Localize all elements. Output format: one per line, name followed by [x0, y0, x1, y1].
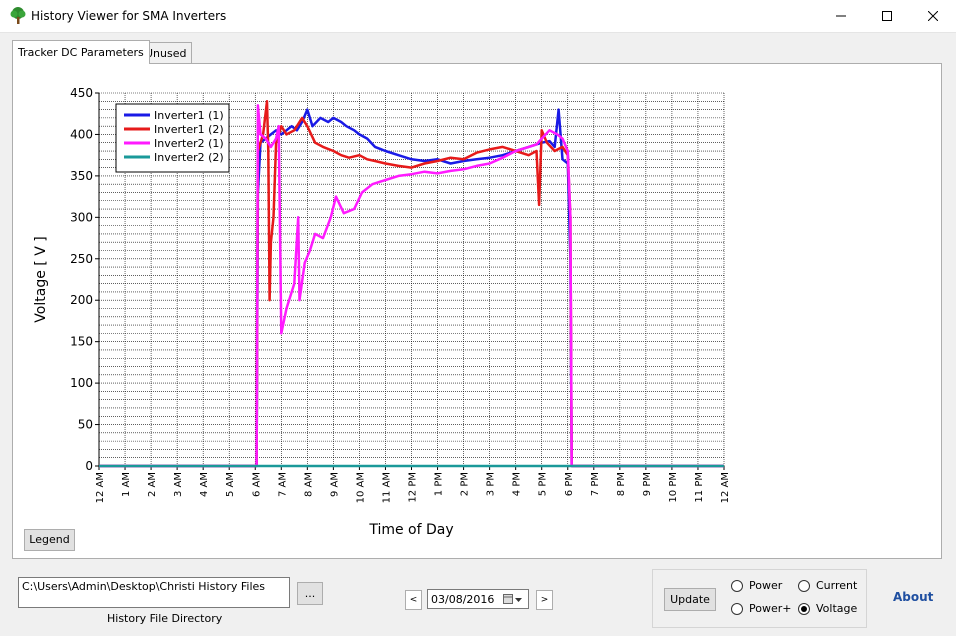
radio-power-plus-label: Power+: [749, 602, 792, 615]
x-tick-label: 10 AM: [355, 472, 366, 503]
window-title: History Viewer for SMA Inverters: [31, 9, 227, 23]
history-directory-label: History File Directory: [107, 612, 223, 625]
legend-entry: Inverter1 (1): [154, 109, 224, 122]
chart-panel: 0 50 100 150 200 250 300 350 400 450 12 AM 1 AM 2 AM…: [12, 63, 942, 559]
x-tick-label: 5 PM: [538, 472, 549, 496]
y-tick-label: 0: [85, 459, 93, 473]
radio-power[interactable]: Power: [731, 579, 782, 592]
x-tick-label: 8 PM: [616, 472, 627, 496]
x-tick-label: 4 AM: [199, 472, 210, 497]
radio-power-circle: [731, 579, 743, 592]
close-button[interactable]: [910, 0, 956, 32]
minimize-icon: [836, 15, 846, 17]
x-tick-label: 9 AM: [329, 472, 340, 497]
update-button[interactable]: Update: [664, 588, 716, 611]
browse-button[interactable]: ...: [297, 582, 323, 605]
x-tick-label: 2 PM: [460, 472, 471, 496]
radio-current-circle: [798, 579, 810, 592]
close-icon: [928, 11, 938, 21]
y-axis-label: Voltage [ V ]: [33, 236, 49, 322]
history-directory-input[interactable]: C:\Users\Admin\Desktop\Christi History F…: [18, 577, 290, 608]
x-tick-label: 12 AM: [95, 472, 106, 503]
x-tick-label: 2 AM: [147, 472, 158, 497]
x-tick-label: 1 AM: [121, 472, 132, 497]
maximize-icon: [882, 11, 892, 21]
radio-power-label: Power: [749, 579, 783, 592]
y-tick-label: 450: [70, 86, 93, 100]
x-axis-label: Time of Day: [368, 522, 453, 538]
x-tick-label: 6 PM: [564, 472, 575, 496]
prev-date-button[interactable]: <: [405, 590, 422, 610]
x-tick-label: 12 AM: [720, 472, 731, 503]
minimize-button[interactable]: [818, 0, 864, 32]
y-tick-label: 350: [70, 169, 93, 183]
x-tick-label: 3 PM: [486, 472, 497, 496]
x-tick-label: 4 PM: [512, 472, 523, 496]
x-tick-label: 5 AM: [225, 472, 236, 497]
maximize-button[interactable]: [864, 0, 910, 32]
radio-voltage-label: Voltage: [816, 602, 858, 615]
title-bar: History Viewer for SMA Inverters: [0, 0, 956, 33]
y-tick-label: 250: [70, 252, 93, 266]
legend-entry: Inverter2 (1): [154, 137, 224, 150]
radio-voltage-circle: [798, 602, 810, 615]
y-tick-label: 150: [70, 335, 93, 349]
x-tick-label: 10 PM: [668, 472, 679, 503]
x-tick-label: 8 AM: [303, 472, 314, 497]
x-tick-label: 9 PM: [642, 472, 653, 496]
y-tick-label: 400: [70, 127, 93, 141]
x-tick-label: 11 AM: [381, 472, 392, 503]
calendar-dropdown-icon: [503, 594, 522, 604]
x-tick-label: 1 PM: [434, 472, 445, 496]
radio-voltage-dot: [801, 605, 807, 612]
radio-current-label: Current: [816, 579, 858, 592]
y-tick-label: 300: [70, 210, 93, 224]
legend-entry: Inverter2 (2): [154, 151, 224, 164]
x-tick-label: 7 PM: [590, 472, 601, 496]
radio-voltage[interactable]: Voltage: [798, 602, 857, 615]
x-tick-label: 6 AM: [251, 472, 262, 497]
x-tick-label: 12 PM: [408, 472, 419, 503]
legend-entry: Inverter1 (2): [154, 123, 224, 136]
date-picker[interactable]: 03/08/2016: [427, 589, 529, 609]
x-tick-label: 3 AM: [173, 472, 184, 497]
y-tick-label: 50: [78, 418, 93, 432]
legend-button[interactable]: Legend: [24, 529, 75, 551]
about-link[interactable]: About: [893, 590, 933, 604]
next-date-button[interactable]: >: [536, 590, 553, 610]
tab-tracker-dc-parameters[interactable]: Tracker DC Parameters: [12, 40, 150, 64]
x-tick-label: 7 AM: [277, 472, 288, 497]
radio-current[interactable]: Current: [798, 579, 857, 592]
radio-power-plus[interactable]: Power+: [731, 602, 791, 615]
voltage-chart: 0 50 100 150 200 250 300 350 400 450 12 AM 1 AM 2 AM…: [33, 86, 731, 538]
x-tick-label: 11 PM: [694, 472, 705, 503]
tree-icon: [10, 7, 26, 24]
date-value: 03/08/2016: [431, 593, 495, 606]
y-tick-label: 100: [70, 376, 93, 390]
radio-power-plus-circle: [731, 602, 743, 615]
y-tick-label: 200: [70, 293, 93, 307]
